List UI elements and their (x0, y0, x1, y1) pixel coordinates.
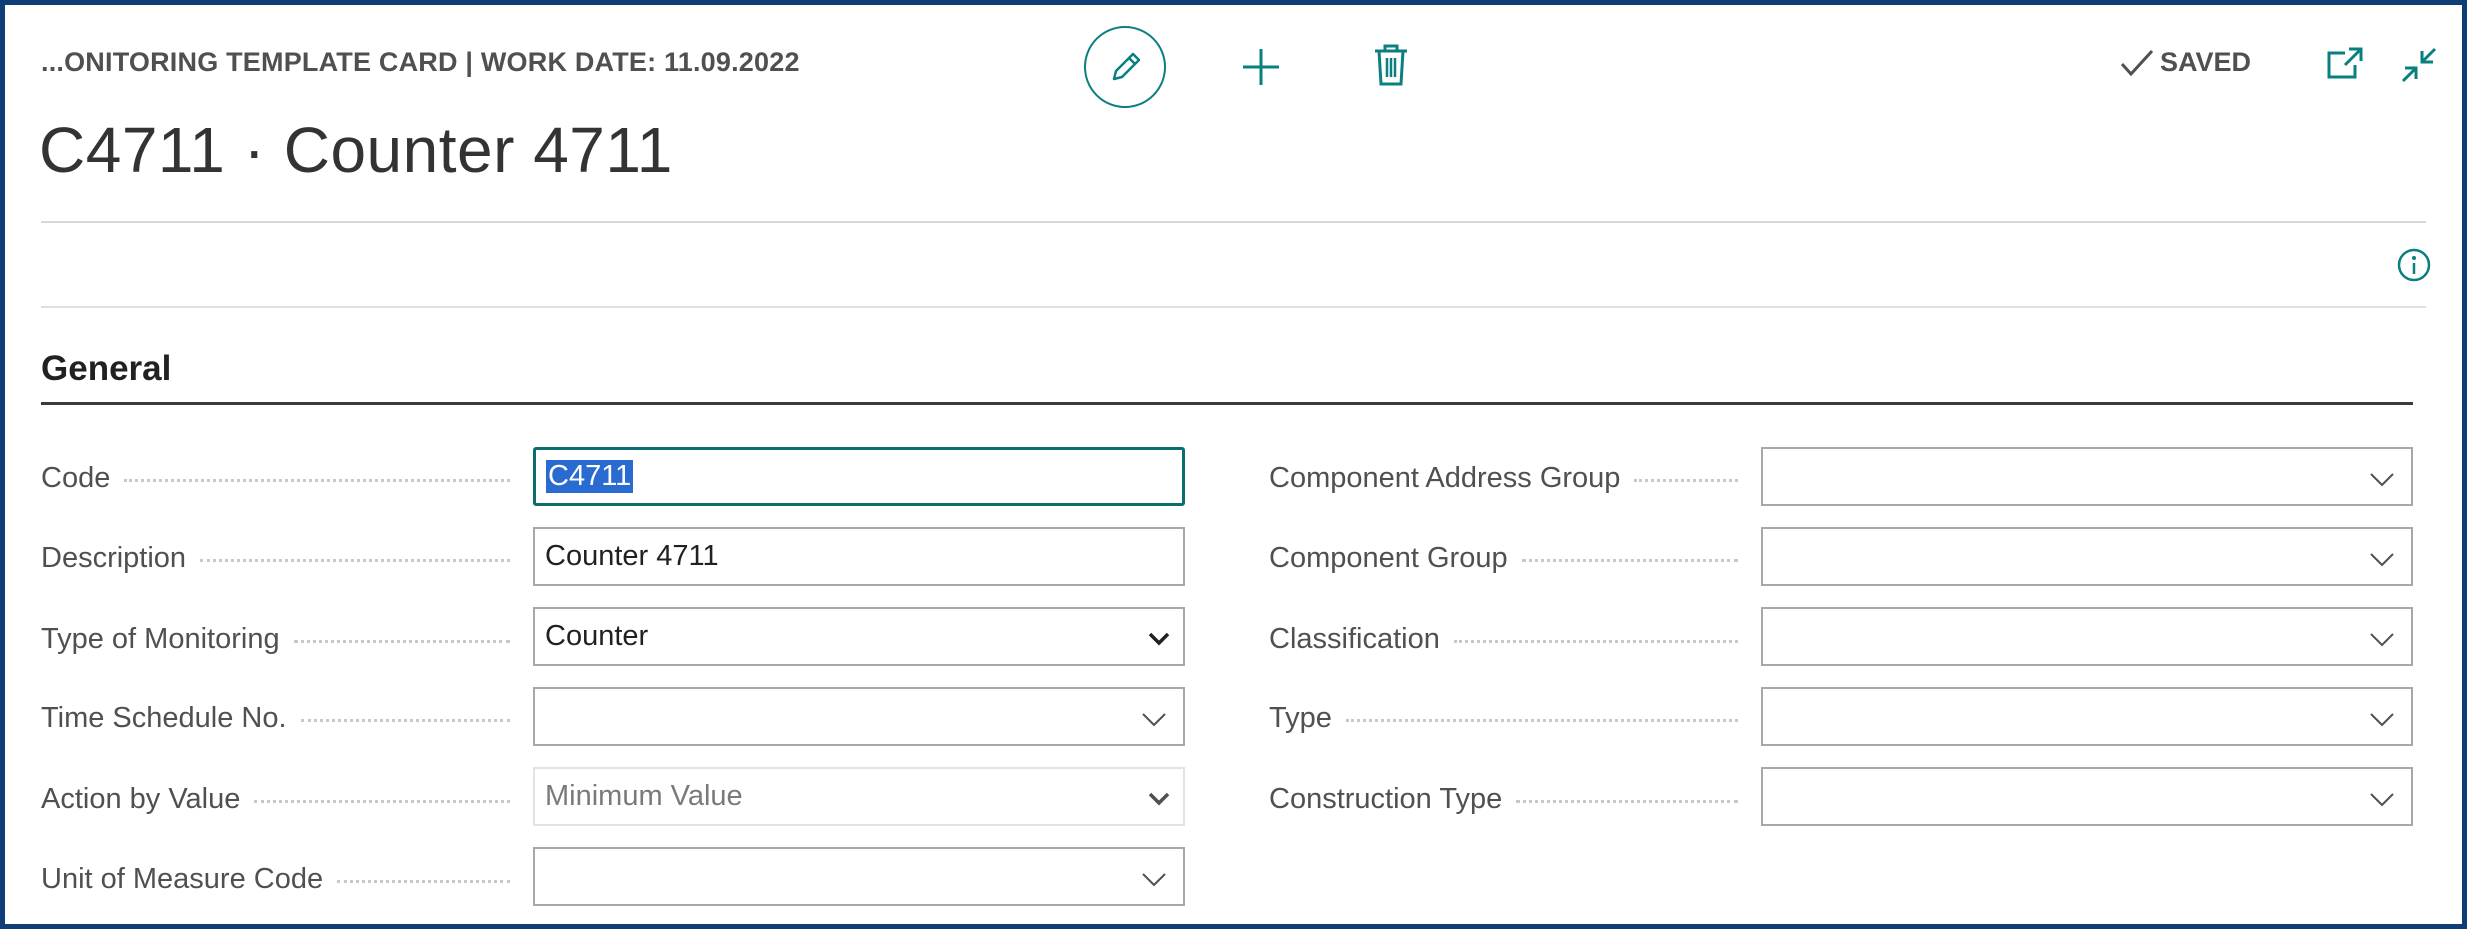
type-label: Type (1269, 698, 1744, 738)
classification-label: Classification (1269, 619, 1744, 659)
chevron-down-icon (1148, 792, 1170, 806)
chevron-down-icon (1148, 632, 1170, 646)
component-group-label: Component Group (1269, 538, 1744, 578)
checkmark-icon (2120, 49, 2154, 76)
type-of-monitoring-label: Type of Monitoring (41, 619, 516, 659)
component-address-group-lookup[interactable] (1761, 447, 2413, 506)
plus-icon (1243, 49, 1279, 85)
classification-lookup[interactable] (1761, 607, 2413, 666)
description-input[interactable]: Counter 4711 (533, 527, 1185, 586)
card-page: ...ONITORING TEMPLATE CARD | WORK DATE: … (0, 0, 2467, 929)
construction-type-label: Construction Type (1269, 779, 1744, 819)
delete-button[interactable] (1370, 41, 1412, 89)
open-in-new-window-button[interactable] (2325, 45, 2365, 81)
time-schedule-no-lookup[interactable] (533, 687, 1185, 746)
trash-icon (1375, 44, 1407, 86)
unit-of-measure-code-lookup[interactable] (533, 847, 1185, 906)
section-title-general[interactable]: General (41, 349, 171, 389)
code-input[interactable]: C4711 (533, 447, 1185, 506)
action-by-value-label: Action by Value (41, 779, 516, 819)
unit-of-measure-code-label: Unit of Measure Code (41, 859, 516, 899)
header-divider (41, 221, 2426, 223)
saved-label: SAVED (2160, 47, 2252, 77)
code-label: Code (41, 458, 516, 498)
description-label: Description (41, 538, 516, 578)
time-schedule-no-label: Time Schedule No. (41, 698, 516, 738)
factbox-divider (41, 306, 2426, 308)
new-button[interactable] (1237, 43, 1285, 91)
section-rule (41, 402, 2413, 405)
chevron-down-icon (2370, 473, 2394, 487)
action-by-value-select: Minimum Value (533, 767, 1185, 826)
component-address-group-label: Component Address Group (1269, 458, 1744, 498)
info-button[interactable] (2396, 247, 2432, 283)
component-group-lookup[interactable] (1761, 527, 2413, 586)
chevron-down-icon (2370, 633, 2394, 647)
chevron-down-icon (2370, 553, 2394, 567)
info-icon (2397, 248, 2431, 282)
chevron-down-icon (1142, 873, 1166, 887)
type-of-monitoring-select[interactable]: Counter (533, 607, 1185, 666)
chevron-down-icon (2370, 793, 2394, 807)
type-lookup[interactable] (1761, 687, 2413, 746)
pencil-icon (1112, 52, 1141, 81)
collapse-button[interactable] (2399, 45, 2439, 85)
collapse-icon (2401, 47, 2437, 83)
page-title: C4711 · Counter 4711 (39, 114, 673, 186)
saved-status: SAVED (2120, 47, 2251, 78)
edit-button[interactable] (1084, 26, 1166, 108)
breadcrumb: ...ONITORING TEMPLATE CARD | WORK DATE: … (41, 47, 800, 77)
chevron-down-icon (2370, 713, 2394, 727)
popout-icon (2327, 47, 2363, 79)
chevron-down-icon (1142, 713, 1166, 727)
construction-type-lookup[interactable] (1761, 767, 2413, 826)
